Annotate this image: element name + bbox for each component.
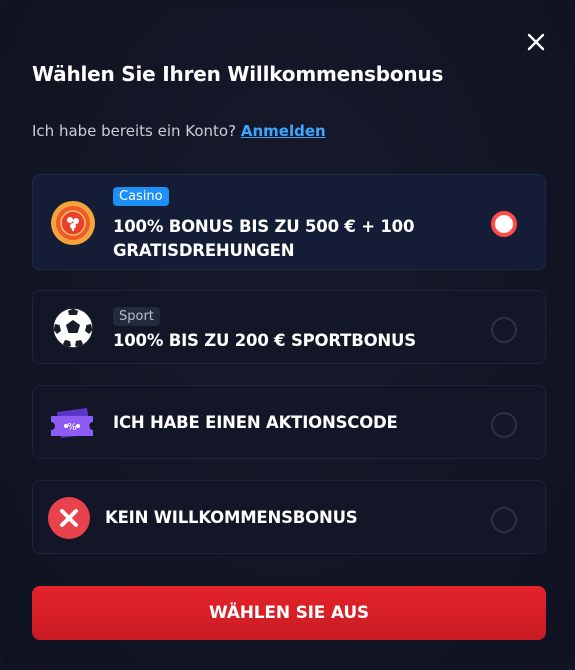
radio-promo-code[interactable] bbox=[491, 412, 517, 438]
radio-no-bonus[interactable] bbox=[491, 507, 517, 533]
account-prompt: Ich habe bereits ein Konto? Anmelden bbox=[32, 122, 326, 140]
radio-sport-bonus[interactable] bbox=[491, 317, 517, 343]
option-sport-bonus[interactable]: Sport 100% BIS ZU 200 € SPORTBONUS bbox=[32, 290, 546, 364]
modal-title: Wählen Sie Ihren Willkommensbonus bbox=[32, 62, 444, 86]
casino-tag: Casino bbox=[113, 187, 169, 206]
sport-tag: Sport bbox=[113, 307, 160, 326]
login-link[interactable]: Anmelden bbox=[241, 122, 326, 140]
promo-ticket-icon: % bbox=[51, 408, 93, 438]
soccer-ball-icon bbox=[52, 307, 94, 349]
select-button[interactable]: WÄHLEN SIE AUS bbox=[32, 586, 546, 640]
casino-bonus-label-line2: GRATISDREHUNGEN bbox=[113, 241, 295, 260]
sport-bonus-label: 100% BIS ZU 200 € SPORTBONUS bbox=[113, 331, 416, 350]
no-bonus-label: KEIN WILLKOMMENSBONUS bbox=[105, 508, 358, 527]
option-no-bonus[interactable]: KEIN WILLKOMMENSBONUS bbox=[32, 480, 546, 554]
promo-code-label: ICH HABE EINEN AKTIONSCODE bbox=[113, 413, 398, 432]
welcome-bonus-modal: Wählen Sie Ihren Willkommensbonus Ich ha… bbox=[2, 2, 573, 668]
casino-bonus-label-line1: 100% BONUS BIS ZU 500 € + 100 bbox=[113, 217, 415, 236]
option-casino-bonus[interactable]: Casino 100% BONUS BIS ZU 500 € + 100 GRA… bbox=[32, 174, 546, 270]
no-bonus-x-icon bbox=[48, 497, 90, 539]
casino-bonus-label: 100% BONUS BIS ZU 500 € + 100 GRATISDREH… bbox=[113, 215, 414, 263]
option-promo-code[interactable]: % ICH HABE EINEN AKTIONSCODE bbox=[32, 385, 546, 459]
account-prompt-text: Ich habe bereits ein Konto? bbox=[32, 122, 237, 140]
radio-casino-bonus[interactable] bbox=[491, 211, 517, 237]
close-icon[interactable] bbox=[522, 28, 550, 56]
casino-chip-icon bbox=[51, 201, 95, 245]
svg-text:%: % bbox=[67, 422, 77, 433]
